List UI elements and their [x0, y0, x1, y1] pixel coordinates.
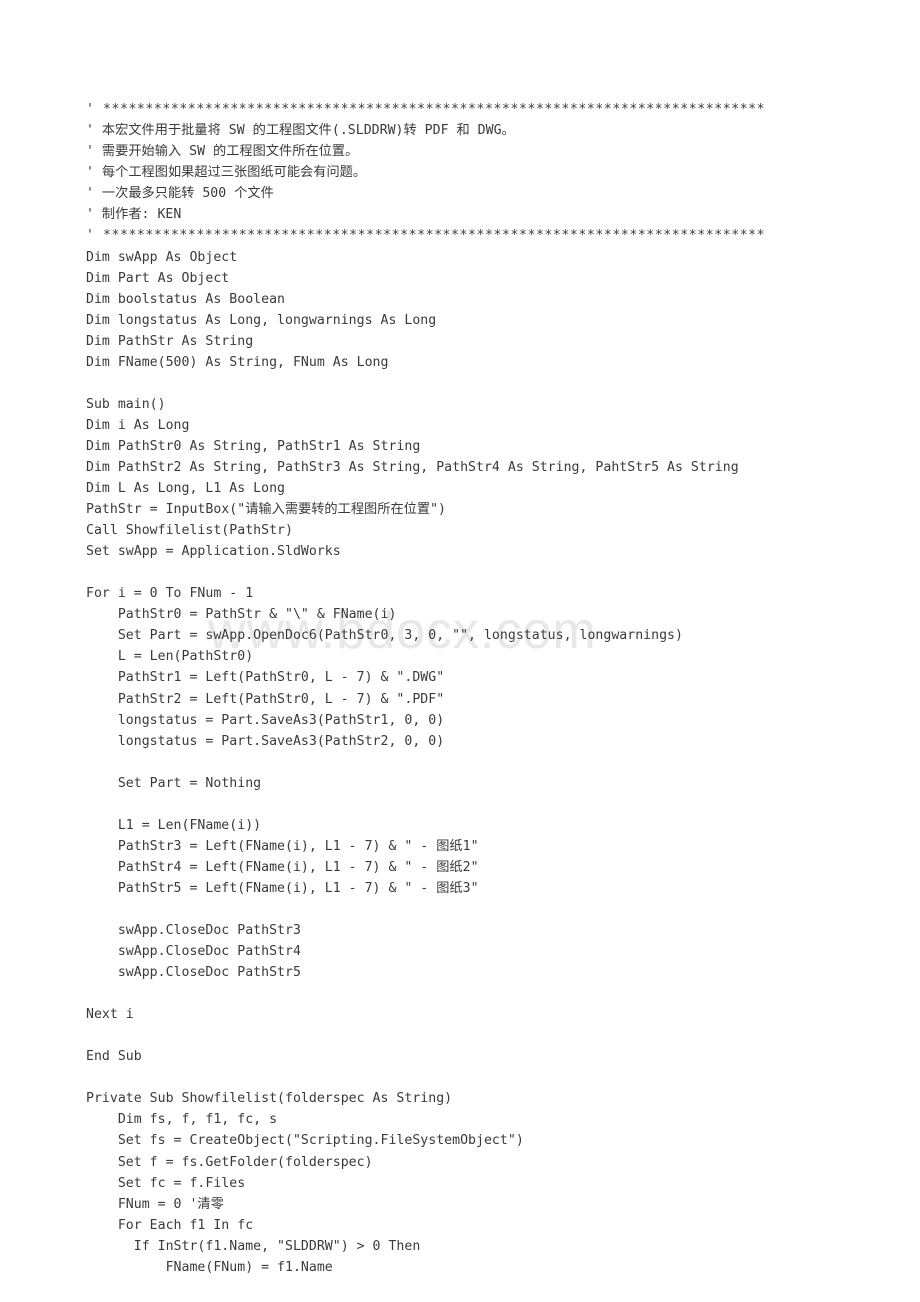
code-line: ' **************************************…	[86, 228, 766, 244]
code-line: If InStr(f1.Name, "SLDDRW") > 0 Then	[86, 1238, 421, 1254]
code-line: FNum = 0 '清零	[86, 1196, 224, 1212]
code-line: Dim boolstatus As Boolean	[86, 291, 285, 307]
code-line: longstatus = Part.SaveAs3(PathStr1, 0, 0…	[86, 712, 445, 728]
code-line: Dim fs, f, f1, fc, s	[86, 1112, 278, 1128]
code-line: Call Showfilelist(PathStr)	[86, 523, 293, 539]
document-page: www.bdocx.com ' ************************…	[0, 0, 920, 1302]
code-line: Dim PathStr0 As String, PathStr1 As Stri…	[86, 438, 421, 454]
code-line: Set Part = Nothing	[86, 775, 262, 791]
code-line: L = Len(PathStr0)	[86, 649, 254, 665]
code-line: Dim swApp As Object	[86, 249, 238, 265]
code-line: swApp.CloseDoc PathStr4	[86, 944, 301, 960]
code-line: Next i	[86, 1007, 134, 1023]
code-line: Set Part = swApp.OpenDoc6(PathStr0, 3, 0…	[86, 628, 683, 644]
code-line: PathStr = InputBox("请输入需要转的工程图所在位置")	[86, 502, 447, 518]
code-line: PathStr5 = Left(FName(i), L1 - 7) & " - …	[86, 880, 479, 896]
code-line: swApp.CloseDoc PathStr3	[86, 923, 301, 939]
code-line: L1 = Len(FName(i))	[86, 817, 262, 833]
code-line: PathStr0 = PathStr & "\" & FName(i)	[86, 607, 397, 623]
code-line: PathStr1 = Left(PathStr0, L - 7) & ".DWG…	[86, 670, 445, 686]
code-line: Set f = fs.GetFolder(folderspec)	[86, 1154, 373, 1170]
code-line: longstatus = Part.SaveAs3(PathStr2, 0, 0…	[86, 733, 445, 749]
code-line: Dim Part As Object	[86, 270, 230, 286]
code-line: Dim i As Long	[86, 417, 190, 433]
code-line: Dim PathStr2 As String, PathStr3 As Stri…	[86, 459, 739, 475]
code-line: For i = 0 To FNum - 1	[86, 586, 254, 602]
code-line: Private Sub Showfilelist(folderspec As S…	[86, 1091, 453, 1107]
code-line: For Each f1 In fc	[86, 1217, 254, 1233]
code-line: Set swApp = Application.SldWorks	[86, 544, 341, 560]
code-line: swApp.CloseDoc PathStr5	[86, 965, 301, 981]
code-line: Set fs = CreateObject("Scripting.FileSys…	[86, 1133, 524, 1149]
code-line: End Sub	[86, 1049, 142, 1065]
code-line: PathStr2 = Left(PathStr0, L - 7) & ".PDF…	[86, 691, 445, 707]
code-listing: ' **************************************…	[86, 99, 886, 1278]
code-line: Dim L As Long, L1 As Long	[86, 481, 285, 497]
code-line: ' 本宏文件用于批量将 SW 的工程图文件(.SLDDRW)转 PDF 和 DW…	[86, 123, 515, 139]
code-line: PathStr3 = Left(FName(i), L1 - 7) & " - …	[86, 838, 479, 854]
code-line: Dim FName(500) As String, FNum As Long	[86, 354, 389, 370]
code-line: ' 每个工程图如果超过三张图纸可能会有问题。	[86, 165, 367, 181]
code-line: Sub main()	[86, 396, 166, 412]
code-line: ' 需要开始输入 SW 的工程图文件所在位置。	[86, 144, 359, 160]
code-line: Dim PathStr As String	[86, 333, 254, 349]
code-line: Set fc = f.Files	[86, 1175, 246, 1191]
code-line: PathStr4 = Left(FName(i), L1 - 7) & " - …	[86, 859, 479, 875]
code-line: FName(FNum) = f1.Name	[86, 1259, 333, 1275]
code-line: Dim longstatus As Long, longwarnings As …	[86, 312, 437, 328]
code-line: ' 一次最多只能转 500 个文件	[86, 186, 274, 202]
code-line: ' **************************************…	[86, 102, 766, 118]
code-line: ' 制作者: KEN	[86, 207, 182, 223]
